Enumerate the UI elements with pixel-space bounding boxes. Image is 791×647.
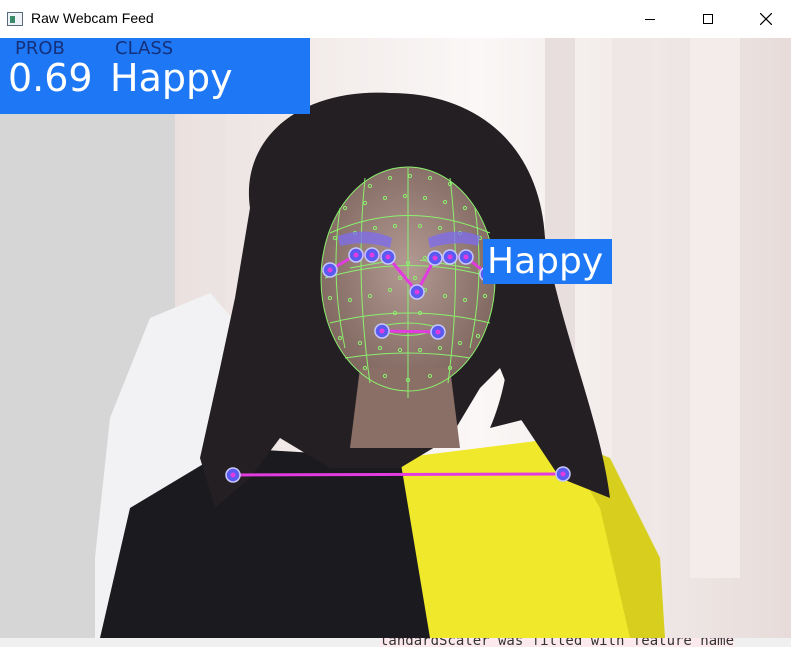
window-titlebar[interactable]: Raw Webcam Feed	[0, 0, 791, 38]
webcam-viewport: PROB CLASS 0.69 Happy Happy	[0, 38, 791, 638]
minimize-button[interactable]	[627, 0, 673, 38]
maximize-button[interactable]	[685, 0, 731, 38]
face-class-label: Happy	[483, 239, 612, 284]
window-title: Raw Webcam Feed	[31, 10, 154, 26]
console-snippet: tandardScaler was fitted with feature na…	[380, 638, 735, 647]
maximize-icon	[703, 14, 713, 24]
app-icon	[7, 12, 23, 26]
webcam-frame	[0, 38, 791, 638]
background-console: tandardScaler was fitted with feature na…	[0, 638, 791, 647]
close-button[interactable]	[743, 0, 789, 38]
class-value: Happy	[110, 56, 233, 100]
prediction-banner: PROB CLASS 0.69 Happy	[0, 38, 310, 114]
prob-value: 0.69	[8, 56, 93, 100]
close-icon	[760, 13, 772, 25]
minimize-icon	[645, 18, 655, 20]
